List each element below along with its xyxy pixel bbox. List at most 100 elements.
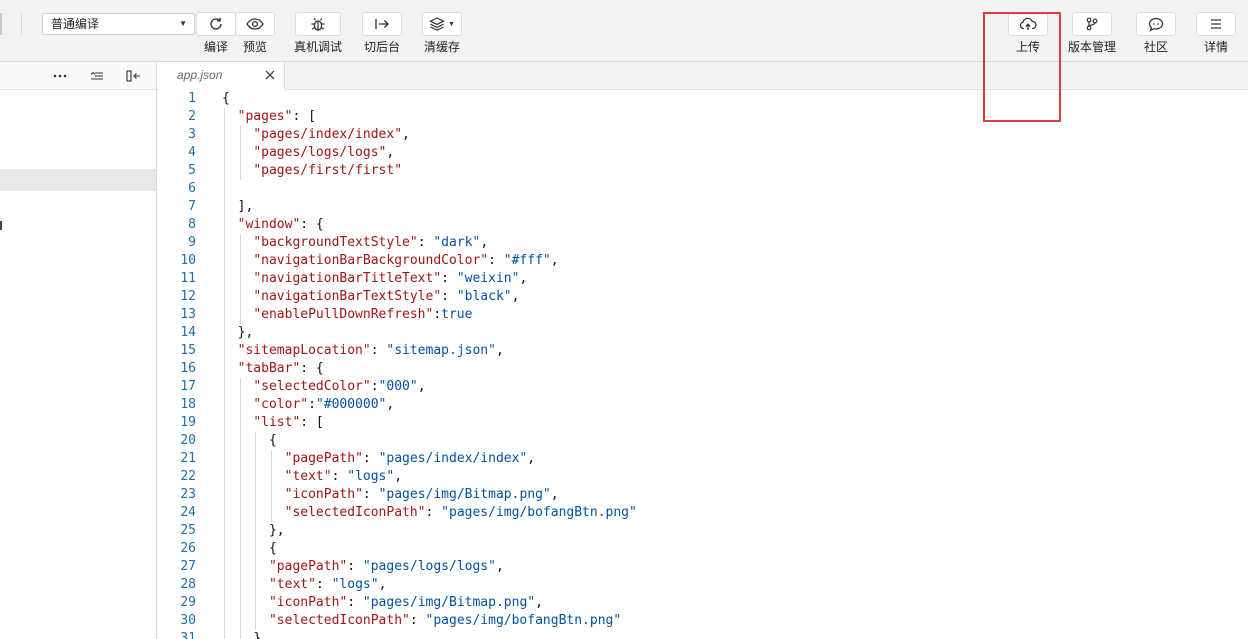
punctuation-token: }, (237, 325, 254, 340)
code-text: "window": { (238, 216, 324, 234)
preview-button[interactable]: 预览 (235, 12, 275, 55)
indent-guide (255, 558, 257, 576)
indent-guide (224, 162, 225, 180)
json-value-token: "pages/index/index" (378, 451, 528, 466)
code-text: "pages/first/first" (253, 162, 402, 180)
line-number: 18 (180, 397, 196, 412)
json-key-token: "backgroundTextStyle" (253, 235, 418, 250)
punctuation-token: : (433, 307, 442, 322)
code-text: "list": [ (253, 414, 323, 432)
indent-guide (224, 558, 225, 576)
json-value-token: "weixin" (456, 271, 520, 286)
compile-mode-select[interactable]: 普通编译 ▼ (42, 13, 195, 35)
switch-background-button[interactable]: 切后台 (362, 12, 402, 55)
punctuation-token: : { (300, 361, 324, 376)
clear-cache-button[interactable]: ▼ 清缓存 (422, 12, 462, 55)
code-text: "navigationBarTextStyle": "black", (253, 288, 519, 306)
collapse-list-icon[interactable] (88, 67, 106, 85)
close-icon[interactable] (263, 68, 277, 82)
punctuation-token: , (378, 577, 387, 592)
caret-down-icon: ▼ (448, 20, 455, 28)
punctuation-token: : (441, 289, 457, 304)
punctuation-token: }, (268, 523, 285, 538)
community-button[interactable]: 社区 (1136, 12, 1176, 55)
caret-down-icon: ▼ (179, 19, 187, 28)
device-debug-button[interactable]: 真机调试 (294, 12, 342, 55)
punctuation-token: , (386, 145, 395, 160)
indent-guide (255, 450, 257, 468)
indent-guide (224, 216, 225, 234)
json-value-token: "#000000" (315, 397, 387, 412)
toggle-sidebar-icon[interactable] (125, 67, 143, 85)
code-editor[interactable]: 1{2 "pages": [3 "pages/index/index", 4 "page… (157, 90, 1248, 639)
punctuation-token: : (409, 613, 426, 628)
tree-item-marker (0, 221, 2, 230)
toolbar-left-edge (0, 13, 2, 35)
code-text: "color":"#000000", (253, 396, 394, 414)
more-options-icon[interactable] (51, 67, 69, 85)
code-line: 4 "pages/logs/logs", (157, 144, 1248, 162)
punctuation-token: , (495, 343, 504, 358)
editor-tab-app-json[interactable]: app.json (157, 62, 285, 90)
indent-guide (239, 504, 241, 522)
indent-guide (224, 342, 225, 360)
json-key-token: "selectedIconPath" (268, 613, 410, 628)
indent-guide (224, 396, 225, 414)
line-number: 9 (188, 235, 196, 250)
selected-tree-row[interactable] (0, 169, 156, 191)
json-value-token: "logs" (331, 577, 379, 592)
indent-guide (224, 612, 225, 630)
json-value-token: true (441, 307, 473, 322)
indent-guide (239, 306, 241, 324)
punctuation-token: : { (300, 217, 324, 232)
line-number: 13 (180, 307, 196, 322)
version-management-label: 版本管理 (1068, 40, 1117, 54)
punctuation-token: : (441, 271, 457, 286)
code-line: 3 "pages/index/index", (157, 126, 1248, 144)
punctuation-token: : (362, 451, 379, 466)
indent-guide (239, 288, 241, 306)
layers-icon (429, 17, 445, 31)
sidebar-header (0, 62, 156, 90)
code-text: "iconPath": "pages/img/Bitmap.png", (269, 594, 543, 612)
code-line: 29 "iconPath": "pages/img/Bitmap.png", (157, 594, 1248, 612)
indent-guide (224, 198, 225, 216)
indent-guide (239, 252, 241, 270)
indent-guide (224, 540, 225, 558)
code-text: { (269, 432, 277, 450)
indent-guide (224, 630, 225, 639)
details-button[interactable]: 详情 (1196, 12, 1236, 55)
community-label: 社区 (1143, 40, 1168, 54)
json-key-token: "selectedColor" (253, 379, 371, 394)
punctuation-token: , (550, 487, 559, 502)
code-text: "text": "logs", (269, 576, 386, 594)
json-value-token: "#fff" (503, 253, 551, 268)
punctuation-token: : [ (300, 415, 324, 430)
indent-guide (224, 378, 225, 396)
json-value-token: "pages/img/Bitmap.png" (378, 487, 551, 502)
json-key-token: "text" (268, 577, 316, 592)
version-management-button[interactable]: 版本管理 (1068, 12, 1116, 55)
indent-guide (224, 522, 225, 540)
code-text: "tabBar": { (238, 360, 324, 378)
line-number: 11 (180, 271, 196, 286)
json-value-token: "pages/img/bofangBtn.png" (425, 613, 622, 628)
indent-guide (224, 360, 225, 378)
json-key-token: "color" (253, 397, 309, 412)
indent-guide (224, 594, 225, 612)
json-value-token: "black" (456, 289, 512, 304)
chat-bubble-icon (1148, 17, 1164, 32)
indent-guide (239, 612, 241, 630)
compile-button[interactable]: 编译 (196, 12, 236, 55)
indent-guide (224, 306, 225, 324)
indent-guide (239, 576, 241, 594)
punctuation-token: } (253, 631, 262, 639)
json-key-token: "navigationBarTextStyle" (253, 289, 442, 304)
code-text: "pages": [ (238, 108, 316, 126)
code-line: 26 { (157, 540, 1248, 558)
indent-guide (239, 468, 241, 486)
line-number: 8 (188, 217, 196, 232)
code-line: 1{ (157, 90, 1248, 108)
indent-guide (224, 468, 225, 486)
code-text: "pages/index/index", (253, 126, 410, 144)
